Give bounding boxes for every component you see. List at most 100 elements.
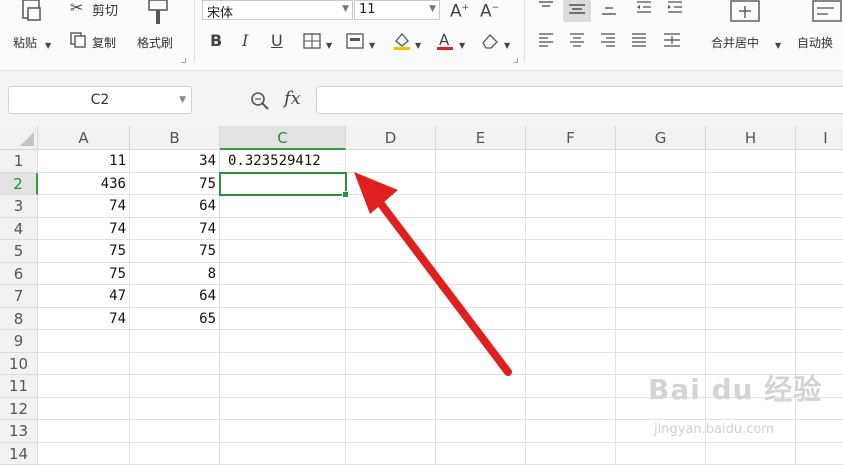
chevron-down-icon[interactable]: ▼ — [369, 38, 375, 54]
cell-b5[interactable]: 75 — [130, 240, 220, 263]
cell-g5[interactable] — [616, 240, 706, 263]
cell-a5[interactable]: 75 — [38, 240, 130, 263]
decrease-font-icon[interactable]: A− — [480, 0, 499, 20]
underline-icon[interactable]: U — [271, 33, 283, 49]
paste-icon[interactable] — [20, 0, 44, 24]
cell-a12[interactable] — [38, 398, 130, 421]
column-header-b[interactable]: B — [130, 126, 220, 150]
cell-f3[interactable] — [526, 195, 616, 218]
cell-h8[interactable] — [706, 308, 796, 331]
cell-c6[interactable] — [220, 263, 346, 286]
cell-b14[interactable] — [130, 443, 220, 465]
cell-e14[interactable] — [436, 443, 526, 465]
column-header-f[interactable]: F — [526, 126, 616, 150]
insert-function-button[interactable]: fx — [284, 88, 301, 109]
cell-e2[interactable] — [436, 173, 526, 196]
cut-button[interactable]: 剪切 — [92, 0, 118, 19]
cell-b4[interactable]: 74 — [130, 218, 220, 241]
italic-icon[interactable]: I — [242, 33, 248, 49]
row-header-10[interactable]: 10 — [0, 353, 38, 376]
cell-b12[interactable] — [130, 398, 220, 421]
cell-b10[interactable] — [130, 353, 220, 376]
cell-d2[interactable] — [346, 173, 436, 196]
cell-e12[interactable] — [436, 398, 526, 421]
cell-a3[interactable]: 74 — [38, 195, 130, 218]
cell-h7[interactable] — [706, 285, 796, 308]
chevron-down-icon[interactable]: ▼ — [504, 38, 510, 54]
cell-i5[interactable] — [796, 240, 843, 263]
cell-e13[interactable] — [436, 420, 526, 443]
cell-h1[interactable] — [706, 150, 796, 173]
cell-d6[interactable] — [346, 263, 436, 286]
copy-icon[interactable] — [70, 32, 86, 51]
cell-b1[interactable]: 34 — [130, 150, 220, 173]
cell-h14[interactable] — [706, 443, 796, 465]
format-painter-icon[interactable] — [145, 0, 171, 29]
selected-cell-outline[interactable] — [219, 172, 347, 197]
cell-f13[interactable] — [526, 420, 616, 443]
chevron-down-icon[interactable]: ▼ — [459, 38, 465, 54]
wrap-text-icon[interactable] — [812, 0, 842, 27]
column-header-e[interactable]: E — [436, 126, 526, 150]
row-header-2[interactable]: 2 — [0, 173, 38, 196]
cell-h3[interactable] — [706, 195, 796, 218]
cell-b8[interactable]: 65 — [130, 308, 220, 331]
chevron-down-icon[interactable]: ▼ — [326, 38, 332, 54]
cell-c7[interactable] — [220, 285, 346, 308]
format-painter-button[interactable]: 格式刷 — [137, 34, 173, 51]
cell-d12[interactable] — [346, 398, 436, 421]
formula-input[interactable] — [316, 86, 843, 114]
cell-e1[interactable] — [436, 150, 526, 173]
cell-f1[interactable] — [526, 150, 616, 173]
cell-g2[interactable] — [616, 173, 706, 196]
merge-center-button[interactable]: 合并居中 — [711, 34, 759, 51]
cell-e11[interactable] — [436, 375, 526, 398]
cell-f10[interactable] — [526, 353, 616, 376]
cell-d10[interactable] — [346, 353, 436, 376]
cell-a1[interactable]: 11 — [38, 150, 130, 173]
cell-b11[interactable] — [130, 375, 220, 398]
cell-h2[interactable] — [706, 173, 796, 196]
cell-g1[interactable] — [616, 150, 706, 173]
row-header-9[interactable]: 9 — [0, 330, 38, 353]
decrease-indent-icon[interactable] — [635, 0, 653, 21]
row-header-1[interactable]: 1 — [0, 150, 38, 173]
group-launcher-icon[interactable] — [513, 58, 518, 63]
cell-c8[interactable] — [220, 308, 346, 331]
row-header-13[interactable]: 13 — [0, 420, 38, 443]
cell-c9[interactable] — [220, 330, 346, 353]
cell-i6[interactable] — [796, 263, 843, 286]
paste-button[interactable]: 粘贴 — [13, 34, 37, 51]
column-header-d[interactable]: D — [346, 126, 436, 150]
cell-b7[interactable]: 64 — [130, 285, 220, 308]
cell-h6[interactable] — [706, 263, 796, 286]
cell-i7[interactable] — [796, 285, 843, 308]
cell-b3[interactable]: 64 — [130, 195, 220, 218]
cell-a14[interactable] — [38, 443, 130, 465]
row-header-6[interactable]: 6 — [0, 263, 38, 286]
cell-a4[interactable]: 74 — [38, 218, 130, 241]
cell-f5[interactable] — [526, 240, 616, 263]
row-header-7[interactable]: 7 — [0, 285, 38, 308]
cell-a6[interactable]: 75 — [38, 263, 130, 286]
scissors-icon[interactable]: ✂ — [70, 0, 83, 16]
cell-c11[interactable] — [220, 375, 346, 398]
align-left-icon[interactable] — [537, 32, 555, 51]
cell-i4[interactable] — [796, 218, 843, 241]
cell-a7[interactable]: 47 — [38, 285, 130, 308]
column-header-c[interactable]: C — [220, 126, 346, 150]
cell-e3[interactable] — [436, 195, 526, 218]
cell-h9[interactable] — [706, 330, 796, 353]
cell-f2[interactable] — [526, 173, 616, 196]
cell-i8[interactable] — [796, 308, 843, 331]
chevron-down-icon[interactable]: ▼ — [415, 38, 421, 54]
cell-e9[interactable] — [436, 330, 526, 353]
chevron-down-icon[interactable]: ▼ — [45, 38, 51, 54]
column-header-i[interactable]: I — [796, 126, 843, 150]
row-header-4[interactable]: 4 — [0, 218, 38, 241]
cell-i2[interactable] — [796, 173, 843, 196]
clear-format-icon[interactable] — [480, 32, 500, 53]
cell-c4[interactable] — [220, 218, 346, 241]
chevron-down-icon[interactable]: ▼ — [775, 38, 781, 54]
cell-d13[interactable] — [346, 420, 436, 443]
